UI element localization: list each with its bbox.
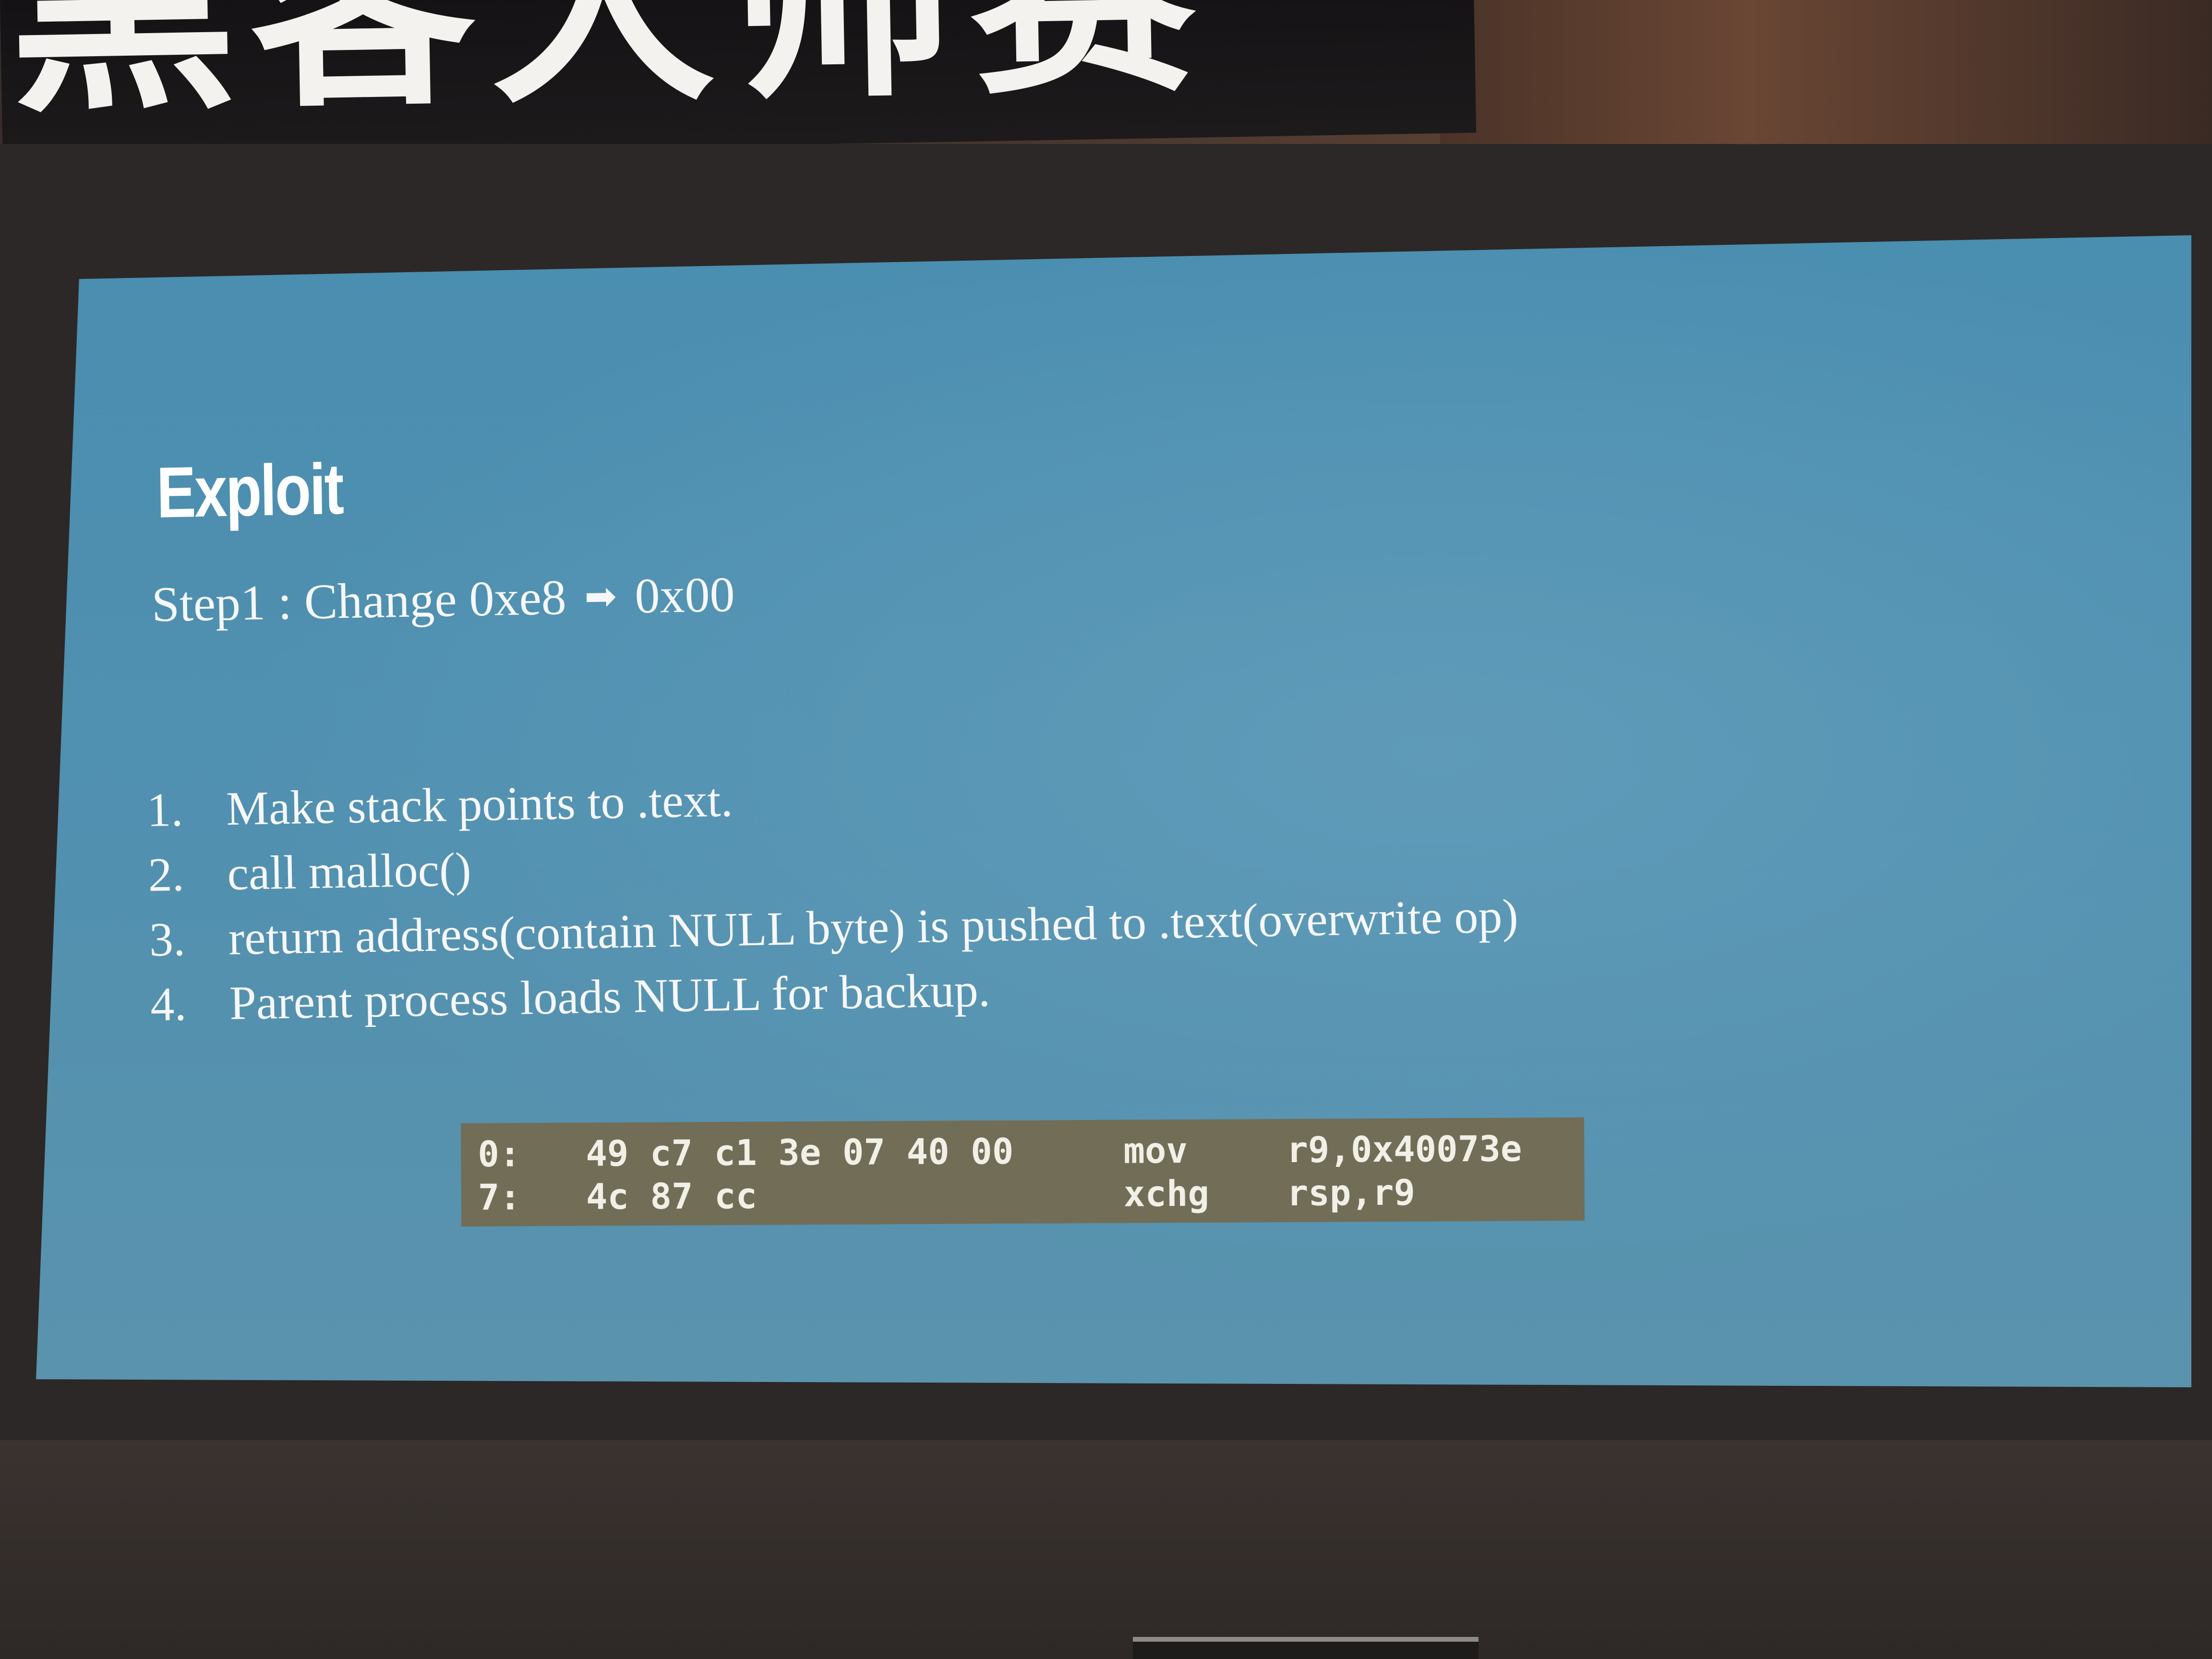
right-arrow-icon: ➡ (584, 574, 617, 619)
step-suffix: 0x00 (634, 566, 735, 624)
stage-lower-wall (0, 1440, 2212, 1659)
code-bytes: 49 c7 c1 3e 07 40 00 (586, 1130, 1014, 1175)
code-operands: r9,0x40073e (1286, 1128, 1522, 1171)
list-item-number: 4. (150, 977, 187, 1031)
slide-title: Exploit (156, 448, 343, 533)
code-line: 0: 49 c7 c1 3e 07 40 00 mov r9,0x40073e (461, 1128, 1522, 1177)
slide-numbered-list: 1. Make stack points to .text. 2. call mal… (146, 754, 1520, 1037)
assembly-code-box: 0: 49 c7 c1 3e 07 40 00 mov r9,0x40073e … (461, 1117, 1585, 1226)
slide-step-line: Step1 : Change 0xe8 ➡ 0x00 (151, 566, 735, 633)
list-item-text: Parent process loads NULL for backup. (229, 963, 991, 1030)
code-bytes: 4c 87 cc (586, 1175, 757, 1218)
list-item-number: 1. (146, 782, 184, 837)
code-mnemonic: mov (1123, 1130, 1188, 1172)
code-mnemonic: xchg (1123, 1173, 1210, 1215)
code-operands: rsp,r9 (1286, 1172, 1416, 1214)
list-item-text: Make stack points to .text. (226, 773, 733, 836)
photo-scene: 黑客大师赛 Exploit Step1 : Change 0xe8 ➡ 0x00… (0, 0, 2212, 1659)
code-line: 7: 4c 87 cc xchg rsp,r9 (461, 1172, 1416, 1220)
list-item-number: 3. (148, 912, 186, 966)
step-prefix: Step1 : Change 0xe8 (151, 569, 567, 632)
list-item-number: 2. (147, 847, 185, 902)
banner-text: 黑客大师赛 (7, 0, 1212, 143)
stage-banner: 黑客大师赛 (0, 0, 1477, 158)
code-offset: 7: (478, 1177, 521, 1218)
list-item-text: call malloc() (227, 842, 472, 901)
stage-equipment (1133, 1637, 1479, 1659)
code-offset: 0: (478, 1133, 521, 1175)
